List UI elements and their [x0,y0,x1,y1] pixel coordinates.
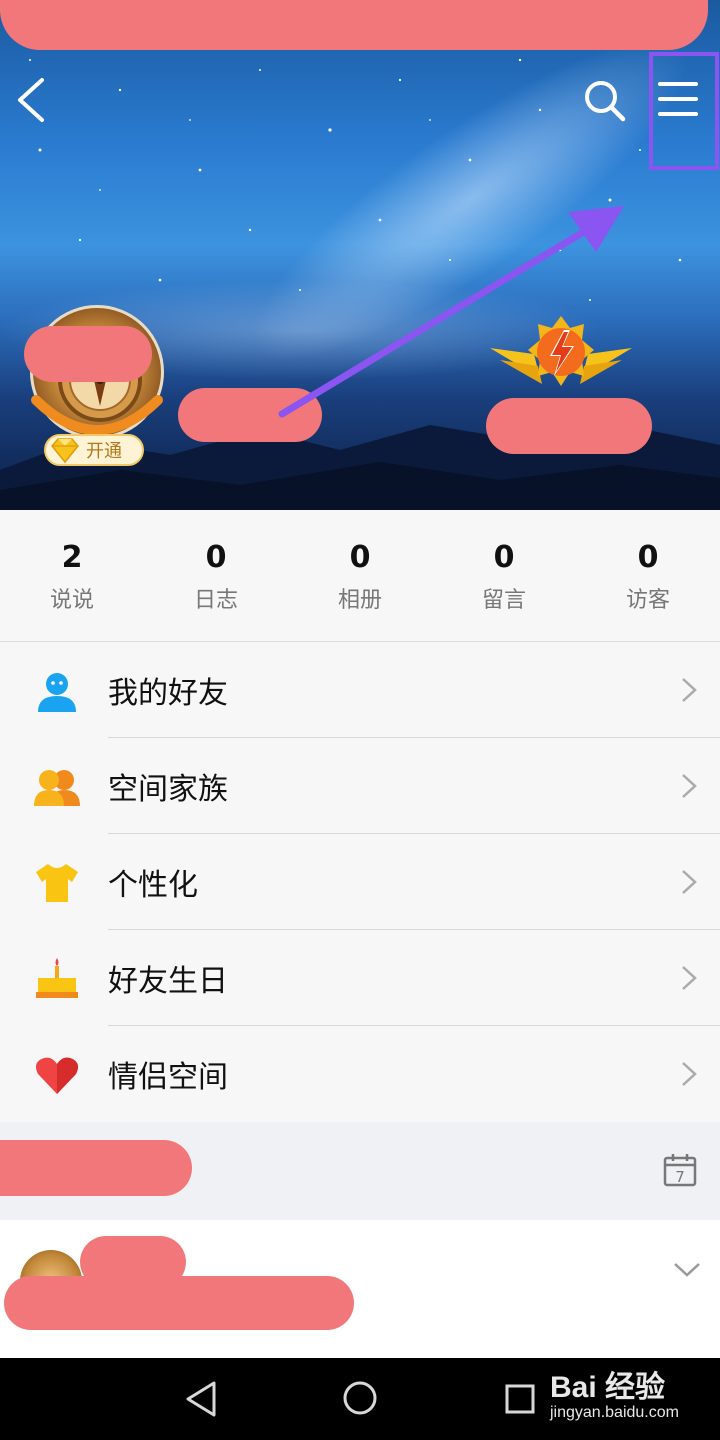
system-back-button[interactable] [184,1380,218,1418]
friend-icon [38,673,76,712]
stat-label: 说说 [49,588,94,613]
calendar-day: 7 [675,1168,685,1186]
menu-item-personalize[interactable]: 个性化 [0,834,720,930]
stat-visitors[interactable]: 0 访客 [576,510,720,641]
menu-item-couple-space[interactable]: 情侣空间 [0,1026,720,1122]
menu-highlight-box [649,52,719,170]
square-recents-icon [505,1384,535,1414]
chevron-right-icon [682,870,697,894]
chevron-right-icon [682,1062,697,1086]
birthday-cake-icon [36,958,78,998]
stat-album[interactable]: 0 相册 [288,510,432,641]
heart-icon [36,1057,78,1094]
stat-value: 0 [349,540,371,575]
feed-text-redacted [4,1276,354,1330]
vip-open-badge[interactable]: 开通 [44,434,144,466]
system-home-button[interactable] [342,1380,378,1416]
menu-item-label: 我的好友 [108,676,228,711]
baidu-jingyan-watermark: Bai 经验 jingyan.baidu.com [550,1362,710,1428]
stat-label: 访客 [625,588,670,613]
vip-open-label: 开通 [86,441,122,462]
menu-item-label: 好友生日 [108,964,228,999]
watermark-brand: Bai 经验 [550,1371,666,1404]
stat-value: 2 [61,540,83,575]
triangle-back-icon [186,1381,216,1417]
stat-label: 相册 [337,588,382,613]
chevron-down-icon [674,1263,700,1277]
family-icon [34,770,80,806]
level-emblem[interactable] [490,312,632,408]
avatar-redacted [24,326,152,382]
stat-value: 0 [205,540,227,575]
menu-list: 我的好友 空间家族 个性化 好友生日 情侣空间 [0,642,720,1122]
menu-item-family[interactable]: 空间家族 [0,738,720,834]
nickname-redacted [178,388,322,442]
watermark-url: jingyan.baidu.com [550,1404,679,1421]
menu-item-friends[interactable]: 我的好友 [0,642,720,738]
stat-shuoshuo[interactable]: 2 说说 [0,510,144,641]
tshirt-icon [36,864,78,902]
circle-home-icon [343,1381,377,1415]
menu-item-label: 情侣空间 [108,1060,228,1095]
calendar-icon: 7 [663,1154,697,1187]
expand-button[interactable] [672,1260,702,1280]
chevron-right-icon [682,966,697,990]
status-bar-redacted [0,0,708,50]
back-button[interactable] [12,74,52,126]
menu-item-birthdays[interactable]: 好友生日 [0,930,720,1026]
stat-label: 日志 [193,588,238,613]
stats-bar: 2 说说 0 日志 0 相册 0 留言 0 访客 [0,510,720,642]
chevron-right-icon [682,678,697,702]
chevron-right-icon [682,774,697,798]
stat-value: 0 [493,540,515,575]
system-recents-button[interactable] [504,1383,536,1415]
search-icon [585,81,626,122]
diamond-icon [51,438,79,464]
chevron-left-icon [18,78,44,122]
stat-blog[interactable]: 0 日志 [144,510,288,641]
calendar-button[interactable]: 7 [662,1152,698,1188]
stat-label: 留言 [481,588,526,613]
level-text-redacted [486,398,652,454]
lightning-wings-icon [490,316,632,386]
section-title-redacted [0,1140,192,1196]
menu-item-label: 空间家族 [108,772,228,807]
menu-item-label: 个性化 [108,868,198,903]
stat-value: 0 [637,540,659,575]
search-button[interactable] [582,78,628,124]
stat-messages[interactable]: 0 留言 [432,510,576,641]
